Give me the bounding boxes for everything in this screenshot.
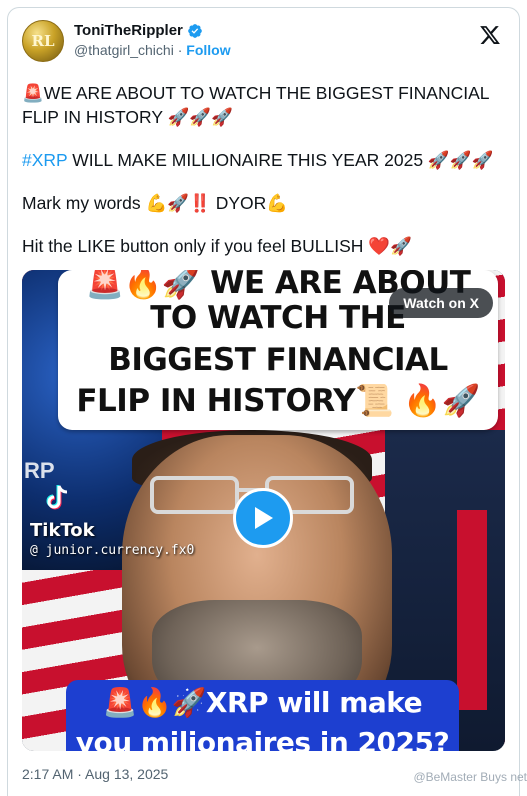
tiktok-handle: @ junior.currency.fx0 <box>30 543 195 558</box>
verified-badge-icon <box>188 23 202 38</box>
paragraph-1: 🚨WE ARE ABOUT TO WATCH THE BIGGEST FINAN… <box>22 82 505 130</box>
paragraph-2-text: WILL MAKE MILLIONAIRE THIS YEAR 2025 <box>67 150 428 170</box>
emoji-muscle: 💪 <box>266 194 289 214</box>
tweet-header: RL ToniTheRippler @thatgirl_chichi · Fol… <box>22 20 505 64</box>
paragraph-3: Mark my words 💪🚀‼️ DYOR💪 <box>22 192 505 216</box>
play-button[interactable] <box>233 488 293 548</box>
paragraph-4-text: Hit the LIKE button only if you feel BUL… <box>22 236 369 256</box>
tweet-timestamp[interactable]: 2:17 AM · Aug 13, 2025 <box>22 766 168 782</box>
question-banner: 🚨🔥🚀XRP will make you milionaires in 2025… <box>66 680 459 751</box>
paragraph-2: #XRP WILL MAKE MILLIONAIRE THIS YEAR 202… <box>22 149 505 173</box>
display-name[interactable]: ToniTheRippler <box>74 22 183 39</box>
author-info: ToniTheRippler @thatgirl_chichi · Follow <box>74 22 231 58</box>
tweet-text: 🚨WE ARE ABOUT TO WATCH THE BIGGEST FINAN… <box>22 82 505 278</box>
avatar[interactable]: RL <box>22 20 64 62</box>
display-name-row: ToniTheRippler <box>74 22 231 39</box>
watch-on-x-button[interactable]: Watch on X <box>389 288 493 318</box>
banner-line-4: FLIP IN HISTORY📜 🔥🚀 <box>76 383 480 419</box>
follow-button[interactable]: Follow <box>186 42 230 58</box>
handle[interactable]: @thatgirl_chichi <box>74 42 174 58</box>
separator: · <box>177 42 183 58</box>
tweet-card: RL ToniTheRippler @thatgirl_chichi · Fol… <box>7 7 520 796</box>
xrp-partial-text: RP <box>24 458 55 483</box>
emoji-rockets: 🚀🚀🚀 <box>427 151 494 171</box>
site-watermark: @BeMaster Buys net <box>413 770 527 784</box>
play-icon <box>255 507 273 529</box>
paragraph-4: Hit the LIKE button only if you feel BUL… <box>22 235 505 259</box>
tiktok-brand: TikTok <box>30 520 95 541</box>
banner-line-3: BIGGEST FINANCIAL <box>108 342 448 378</box>
emoji-group: 💪🚀‼️ <box>145 194 211 214</box>
tiktok-logo-icon <box>46 485 68 510</box>
handle-line: @thatgirl_chichi · Follow <box>74 42 231 58</box>
paragraph-3-text: Mark my words <box>22 193 146 213</box>
x-logo-icon[interactable] <box>479 24 501 46</box>
tiktok-watermark: TikTok @ junior.currency.fx0 <box>30 520 194 558</box>
emoji-heart-rocket: ❤️🚀 <box>368 237 412 257</box>
emoji-rockets: 🚀🚀🚀 <box>167 108 233 128</box>
paragraph-3-text-2: DYOR <box>210 193 267 213</box>
question-line-2: you milionaires in 2025? <box>75 726 450 751</box>
avatar-text: RL <box>31 32 55 50</box>
video-media[interactable]: 🚨🔥🚀 WE ARE ABOUT TO WATCH THE BIGGEST FI… <box>22 270 505 751</box>
red-tie <box>457 510 487 710</box>
paragraph-1-text: WE ARE ABOUT TO WATCH THE BIGGEST FINANC… <box>22 83 489 127</box>
question-line-1: 🚨🔥🚀XRP will make <box>102 686 423 719</box>
emoji-siren: 🚨 <box>22 84 44 104</box>
hashtag-link[interactable]: #XRP <box>22 150 67 170</box>
